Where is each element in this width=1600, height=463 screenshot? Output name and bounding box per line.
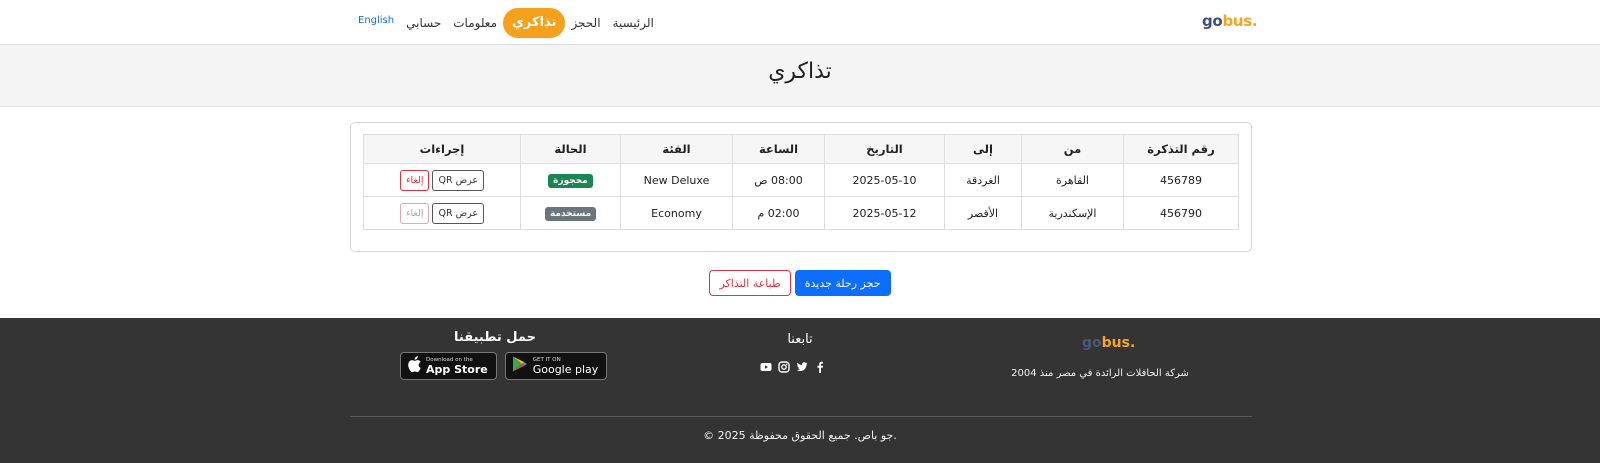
app-store-badges: Download on the App Store GET IT ON Goog…: [400, 352, 608, 380]
col-date: التاريخ: [824, 134, 945, 164]
cancel-ticket-button-disabled: إلغاء: [400, 202, 430, 224]
col-actions: إجراءات: [363, 134, 521, 164]
new-booking-button[interactable]: حجز رحلة جديدة: [794, 270, 891, 296]
cell-time: 08:00 ص: [732, 163, 825, 197]
main-nav: English حسابي معلومات تذاكري الحجز الرئي…: [352, 8, 660, 38]
cell-ticket-no: 456790: [1123, 196, 1239, 230]
nav-booking[interactable]: الحجز: [565, 8, 606, 38]
table-header-row: رقم التذكرة من إلى التاريخ الساعة الفئة …: [363, 134, 1239, 164]
logo-bus: bus.: [1222, 12, 1258, 30]
cell-to: الغردقة: [944, 163, 1022, 197]
row-actions: عرض QR إلغاء: [400, 202, 484, 224]
download-app-title: حمل تطبيقنا: [454, 330, 536, 345]
col-status: الحالة: [520, 134, 621, 164]
cell-time: 02:00 م: [732, 196, 825, 230]
nav-language-switch[interactable]: English: [352, 8, 400, 38]
cell-date: 2025-05-12: [824, 196, 945, 230]
page-header-band: تذاكري: [0, 45, 1600, 107]
cancel-ticket-button[interactable]: إلغاء: [400, 169, 430, 191]
print-tickets-button[interactable]: طباعة التذاكر: [709, 270, 791, 296]
brand-logo[interactable]: gobus.: [1202, 12, 1258, 30]
cell-from: القاهرة: [1021, 163, 1124, 197]
apple-icon: [406, 355, 422, 377]
facebook-icon[interactable]: [814, 358, 826, 373]
nav-tickets[interactable]: تذاكري: [503, 8, 566, 38]
cell-class: New Deluxe: [620, 163, 733, 197]
cell-status: محجوزة: [520, 163, 621, 197]
follow-us-title: تابعنا: [787, 332, 813, 347]
row-actions: عرض QR إلغاء: [400, 169, 484, 191]
col-ticket-no: رقم التذكرة: [1123, 134, 1239, 164]
show-qr-button[interactable]: عرض QR: [432, 202, 484, 224]
google-play-icon: [511, 355, 529, 377]
twitter-icon[interactable]: [796, 358, 808, 371]
footer-logo[interactable]: gobus.: [1082, 335, 1135, 351]
footer-divider: [350, 416, 1252, 417]
cell-actions: عرض QR إلغاء: [363, 196, 521, 230]
top-navbar: English حسابي معلومات تذاكري الحجز الرئي…: [0, 0, 1600, 45]
youtube-icon[interactable]: [760, 358, 772, 371]
copyright-text: © 2025 جو باص. جميع الحقوق محفوظة.: [703, 429, 897, 442]
nav-info[interactable]: معلومات: [447, 8, 503, 38]
table-row: 456790 الإسكندرية الأقصر 2025-05-12 02:0…: [363, 196, 1239, 230]
google-play-badge[interactable]: GET IT ON Google play: [504, 352, 608, 380]
footer-tagline: شركة الحافلات الرائدة في مصر منذ 2004: [1011, 368, 1189, 379]
col-from: من: [1021, 134, 1124, 164]
col-time: الساعة: [732, 134, 825, 164]
instagram-icon[interactable]: [778, 358, 790, 373]
google-play-text: GET IT ON Google play: [533, 357, 599, 376]
tickets-table: رقم التذكرة من إلى التاريخ الساعة الفئة …: [363, 134, 1239, 230]
footer-logo-go: go: [1082, 335, 1102, 351]
logo-go: go: [1202, 12, 1223, 30]
table-row: 456789 القاهرة الغردقة 2025-05-10 08:00 …: [363, 163, 1239, 197]
col-to: إلى: [944, 134, 1022, 164]
nav-home[interactable]: الرئيسية: [607, 8, 660, 38]
page-actions: طباعة التذاكر حجز رحلة جديدة: [0, 270, 1600, 296]
site-footer: gobus. شركة الحافلات الرائدة في مصر منذ …: [0, 318, 1600, 463]
cell-to: الأقصر: [944, 196, 1022, 230]
status-badge: مستخدمة: [544, 206, 597, 221]
cell-ticket-no: 456789: [1123, 163, 1239, 197]
google-play-big: Google play: [532, 362, 599, 376]
cell-actions: عرض QR إلغاء: [363, 163, 521, 197]
app-store-badge[interactable]: Download on the App Store: [400, 352, 497, 380]
app-store-big: App Store: [426, 362, 488, 376]
nav-account[interactable]: حسابي: [400, 8, 447, 38]
cell-status: مستخدمة: [520, 196, 621, 230]
footer-logo-bus: bus.: [1101, 335, 1136, 351]
col-class: الفئة: [620, 134, 733, 164]
show-qr-button[interactable]: عرض QR: [432, 169, 484, 191]
app-store-text: Download on the App Store: [426, 357, 488, 376]
tickets-card: رقم التذكرة من إلى التاريخ الساعة الفئة …: [350, 122, 1252, 252]
cell-from: الإسكندرية: [1021, 196, 1124, 230]
social-links: [760, 358, 826, 373]
page-title: تذاكري: [768, 59, 832, 84]
cell-class: Economy: [620, 196, 733, 230]
cell-date: 2025-05-10: [824, 163, 945, 197]
status-badge: محجوزة: [548, 173, 593, 188]
